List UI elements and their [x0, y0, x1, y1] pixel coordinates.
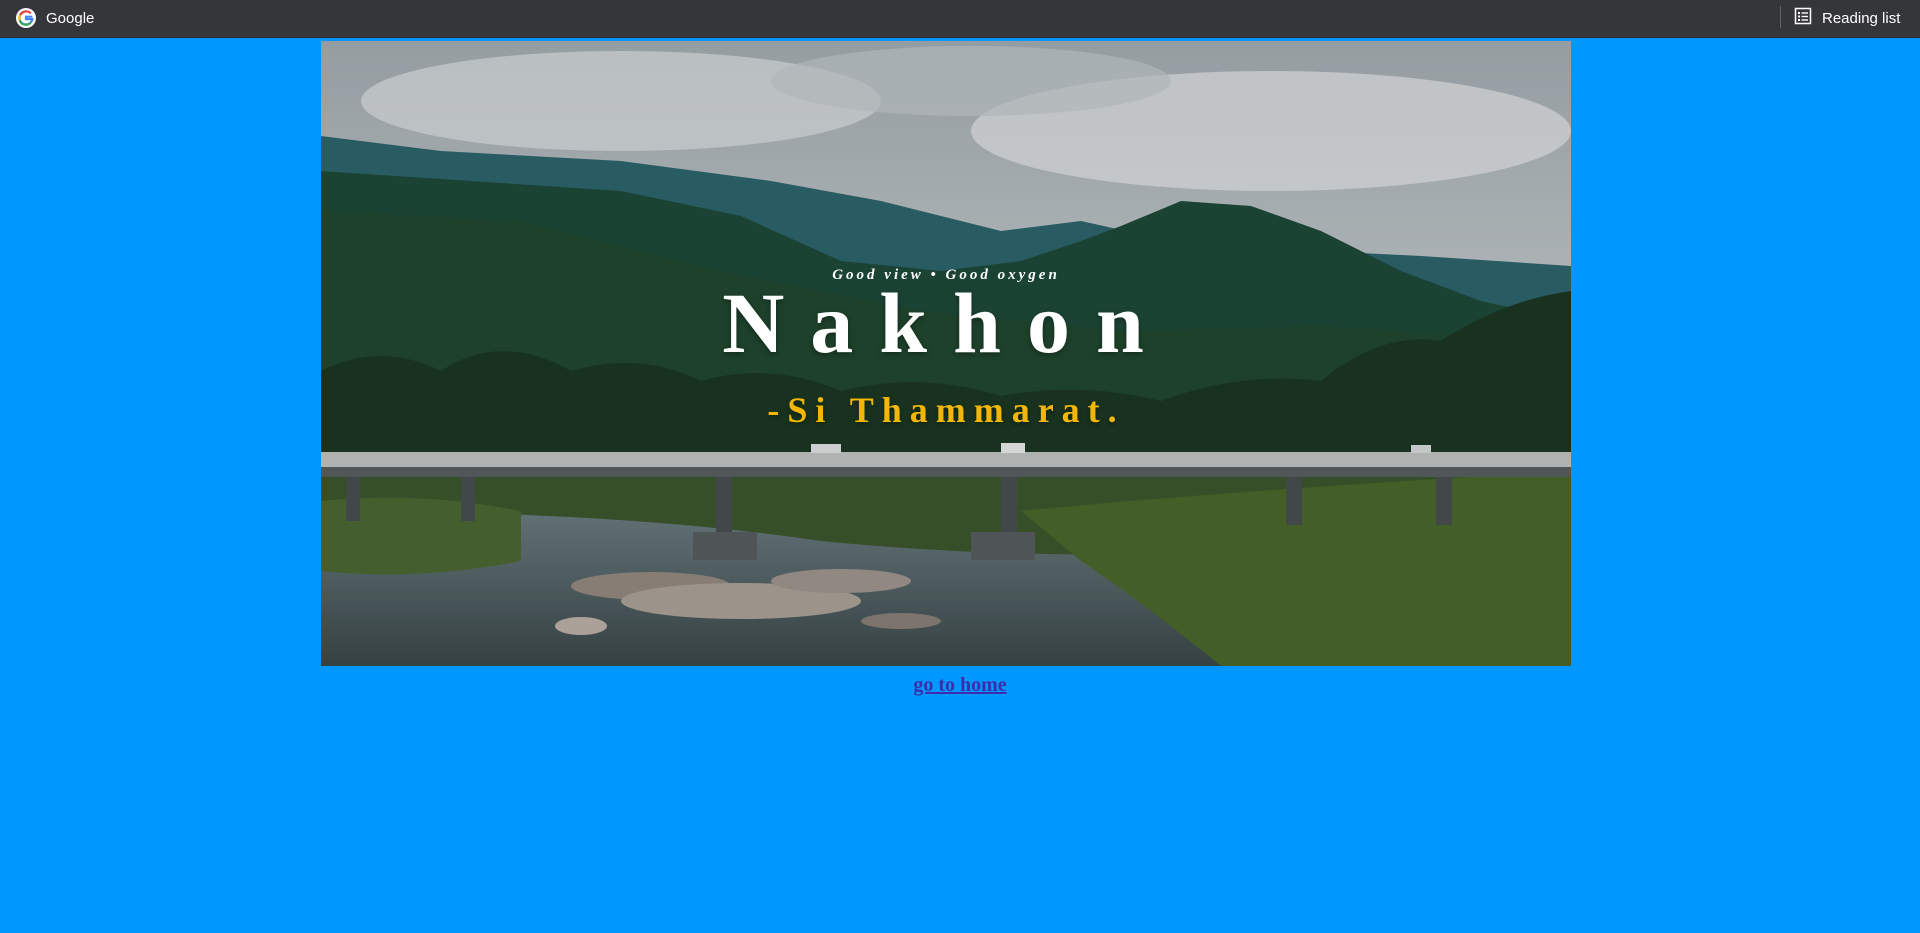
banner-subtitle: -Si Thammarat. — [767, 390, 1125, 430]
reading-list-label: Reading list — [1822, 9, 1901, 27]
bookmarks-divider — [1780, 6, 1781, 28]
reading-list-icon — [1794, 7, 1812, 29]
home-link-container: go to home — [0, 674, 1920, 697]
google-icon — [16, 8, 36, 28]
bookmarks-bar: Google Reading list — [0, 0, 1920, 38]
bookmark-google-label: Google — [46, 9, 95, 27]
go-to-home-link[interactable]: go to home — [913, 674, 1006, 696]
nakhon-banner-image: Good view • Good oxygen Nakhon -Si Thamm… — [321, 41, 1571, 666]
reading-list-button[interactable]: Reading list — [1794, 4, 1900, 32]
banner-title: Nakhon — [722, 275, 1170, 371]
bookmark-google[interactable]: Google — [16, 4, 94, 32]
